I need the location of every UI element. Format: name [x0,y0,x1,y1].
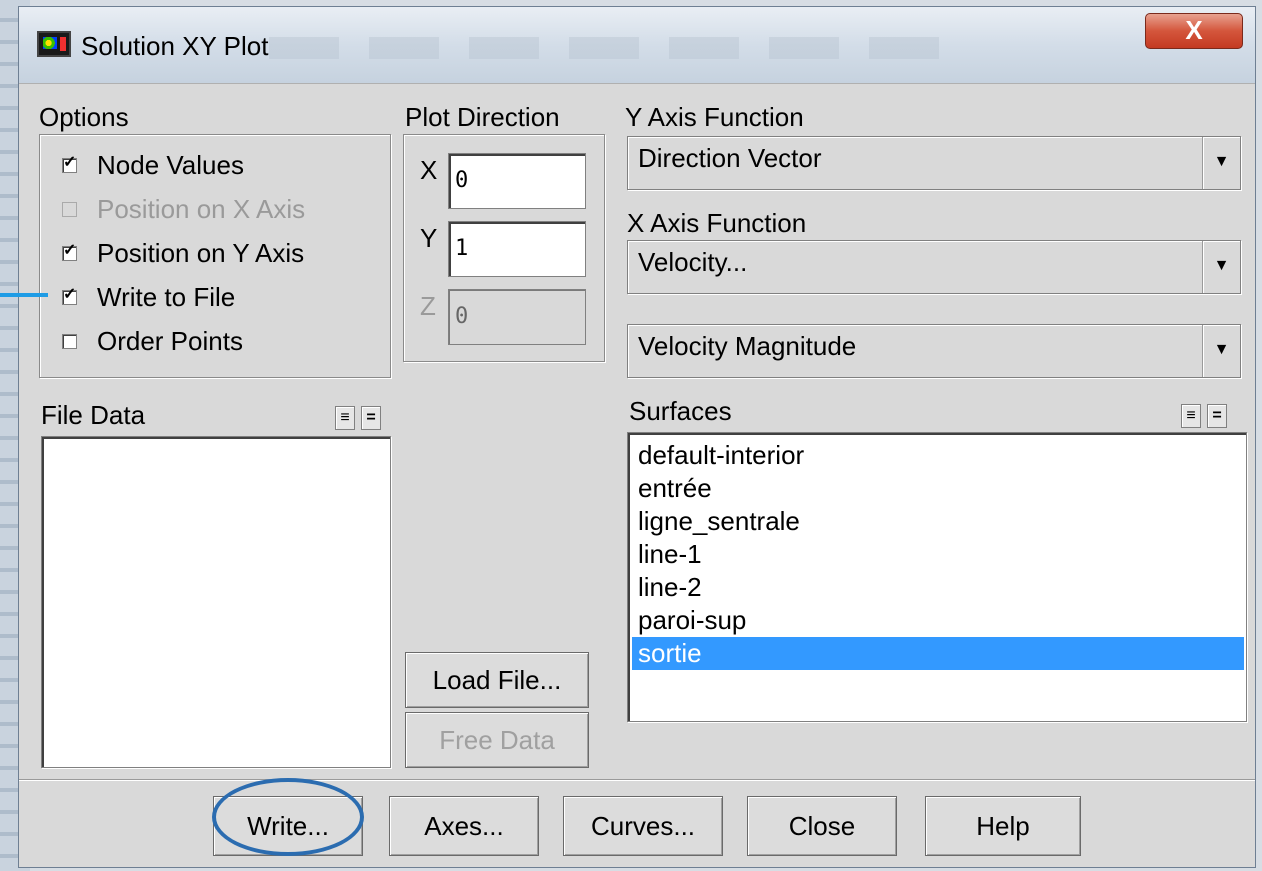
deselect-all-icon[interactable]: = [361,406,381,430]
x-axis-category-value: Velocity... [638,247,748,277]
title-bar[interactable]: Solution XY Plot X [19,7,1255,83]
help-button[interactable]: Help [925,796,1081,856]
checkbox-checked-icon [62,284,77,305]
axes-button[interactable]: Axes... [389,796,539,856]
direction-z-field: 0 [448,289,586,345]
annotation-circle [212,778,364,856]
write-to-file-label: Write to File [97,281,236,312]
y-label: Y [420,223,438,253]
direction-y-field[interactable]: 1 [448,221,586,277]
checkbox-empty-icon [62,333,77,349]
close-window-button[interactable]: X [1145,13,1243,49]
list-item[interactable]: ligne_sentrale [632,505,1244,538]
surfaces-list[interactable]: default-interior entrée ligne_sentrale l… [627,432,1247,722]
plot-direction-group: X 0 Y 1 Z 0 [403,134,605,362]
window-title: Solution XY Plot [81,31,269,61]
position-on-y-axis-label: Position on Y Axis [97,237,305,268]
checkbox-empty-icon [62,201,77,217]
position-on-x-axis-checkbox: Position on X Axis [62,191,305,227]
options-group: Node Values Position on X Axis Position … [39,134,391,378]
curves-button[interactable]: Curves... [563,796,723,856]
y-axis-function-heading: Y Axis Function [625,102,804,132]
write-to-file-checkbox[interactable]: Write to File [62,279,235,315]
x-axis-function-heading: X Axis Function [627,208,807,238]
list-item[interactable]: paroi-sup [632,604,1244,637]
checkbox-checked-icon [62,240,77,261]
annotation-arrow-line [0,293,48,297]
x-axis-category-dropdown[interactable]: Velocity... ▼ [627,240,1241,294]
x-axis-function-dropdown[interactable]: Velocity Magnitude ▼ [627,324,1241,378]
list-item[interactable]: line-1 [632,538,1244,571]
order-points-checkbox[interactable]: Order Points [62,323,243,359]
y-axis-function-value: Direction Vector [638,143,822,173]
direction-x-field[interactable]: 0 [448,153,586,209]
file-data-list[interactable] [41,436,391,768]
list-item[interactable]: entrée [632,472,1244,505]
node-values-checkbox[interactable]: Node Values [62,147,244,183]
chevron-down-icon[interactable]: ▼ [1202,241,1240,293]
dialog-body: Options Node Values Position on X Axis P… [19,83,1255,867]
file-data-heading: File Data [41,400,146,430]
options-heading: Options [39,102,129,132]
order-points-label: Order Points [97,325,243,356]
select-all-icon[interactable]: ≡ [335,406,355,430]
title-bar-background [269,37,969,59]
node-values-label: Node Values [97,149,244,180]
list-item[interactable]: default-interior [632,439,1244,472]
list-item[interactable]: line-2 [632,571,1244,604]
x-label: X [420,155,438,185]
chevron-down-icon[interactable]: ▼ [1202,137,1240,189]
solution-xy-plot-dialog: Solution XY Plot X Options Node Values P… [18,6,1256,868]
position-on-y-axis-checkbox[interactable]: Position on Y Axis [62,235,304,271]
list-item-selected[interactable]: sortie [632,637,1244,670]
surfaces-heading: Surfaces [629,396,732,426]
y-axis-function-dropdown[interactable]: Direction Vector ▼ [627,136,1241,190]
select-all-icon[interactable]: ≡ [1181,404,1201,428]
divider [19,779,1255,781]
deselect-all-icon[interactable]: = [1207,404,1227,428]
chevron-down-icon[interactable]: ▼ [1202,325,1240,377]
position-on-x-axis-label: Position on X Axis [97,193,306,224]
z-label: Z [420,291,436,321]
free-data-button: Free Data [405,712,589,768]
load-file-button[interactable]: Load File... [405,652,589,708]
x-axis-function-value: Velocity Magnitude [638,331,857,361]
close-button[interactable]: Close [747,796,897,856]
app-icon [37,31,71,57]
plot-direction-heading: Plot Direction [405,102,560,132]
checkbox-checked-icon [62,152,77,173]
